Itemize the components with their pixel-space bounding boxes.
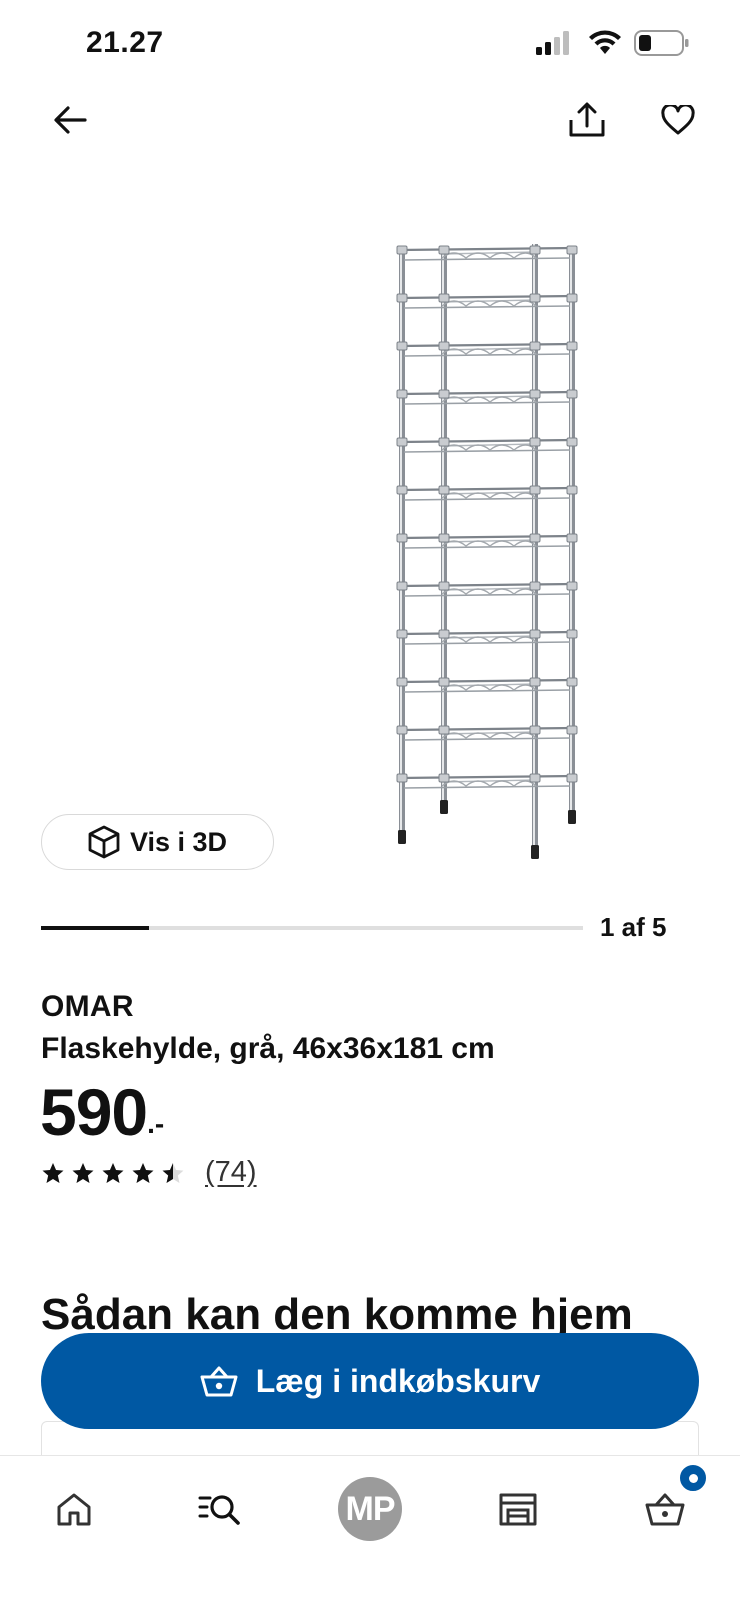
cart-badge-dot xyxy=(688,1473,698,1483)
status-time: 21.27 xyxy=(86,26,164,59)
cellular-signal-icon xyxy=(536,31,576,60)
product-brand: OMAR xyxy=(41,990,134,1023)
cart-badge xyxy=(677,1462,709,1494)
tab-stores[interactable] xyxy=(478,1474,558,1544)
wine-rack-image xyxy=(396,244,578,859)
status-icons xyxy=(536,30,690,61)
gallery-progress-track xyxy=(41,926,583,930)
home-icon xyxy=(57,1493,91,1526)
tab-search[interactable] xyxy=(180,1474,260,1544)
arrow-left-icon xyxy=(54,106,87,134)
product-rating[interactable]: (74) xyxy=(41,1156,257,1189)
share-icon xyxy=(569,102,605,137)
profile-avatar: MP xyxy=(338,1477,402,1541)
add-to-cart-label: Læg i indkøbskurv xyxy=(255,1362,541,1399)
cube-icon xyxy=(88,825,120,859)
gallery-counter: 1 af 5 xyxy=(600,912,667,942)
rating-stars xyxy=(41,1162,185,1184)
add-to-cart-button[interactable]: Læg i indkøbskurv xyxy=(41,1333,699,1429)
star-icon xyxy=(72,1162,94,1183)
view-in-3d-button[interactable]: Vis i 3D xyxy=(41,814,274,870)
basket-icon xyxy=(645,1493,685,1526)
price-amount: 590 xyxy=(40,1075,148,1149)
basket-icon xyxy=(200,1366,238,1397)
wifi-icon xyxy=(588,30,622,61)
product-description: Flaskehylde, grå, 46x36x181 cm xyxy=(41,1032,495,1065)
bottom-tab-bar: MP xyxy=(0,1455,740,1600)
tab-cart[interactable] xyxy=(625,1462,709,1544)
search-list-icon xyxy=(198,1495,240,1525)
review-count-link[interactable]: (74) xyxy=(205,1156,257,1189)
gallery-progress-fill xyxy=(41,926,150,930)
product-price: 590 .- xyxy=(40,1072,164,1152)
tab-home[interactable] xyxy=(34,1474,114,1544)
share-button[interactable] xyxy=(563,96,611,144)
star-icon xyxy=(102,1162,124,1183)
heart-icon xyxy=(661,105,695,135)
top-nav xyxy=(0,90,740,150)
star-icon xyxy=(42,1162,64,1183)
star-icon xyxy=(162,1162,184,1183)
battery-icon xyxy=(634,30,690,61)
star-icon xyxy=(132,1162,154,1183)
view-in-3d-label: Vis i 3D xyxy=(129,826,228,857)
back-button[interactable] xyxy=(46,96,94,144)
favorite-button[interactable] xyxy=(654,96,702,144)
product-image[interactable] xyxy=(380,232,600,872)
store-icon xyxy=(499,1493,537,1526)
status-bar: 21.27 xyxy=(0,0,740,90)
price-suffix: .- xyxy=(147,1108,165,1139)
tab-profile[interactable]: MP xyxy=(330,1474,410,1544)
